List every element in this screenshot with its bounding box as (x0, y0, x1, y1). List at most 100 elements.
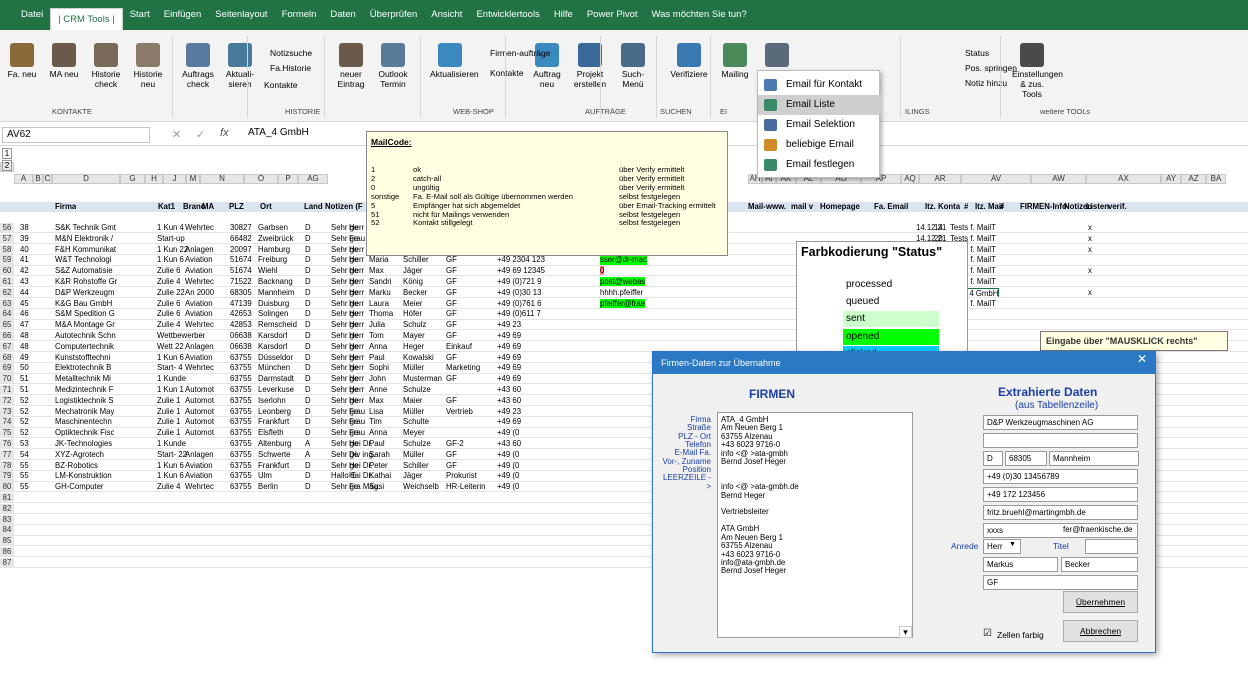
ribbon-button-10[interactable]: Projekt erstellen (570, 40, 610, 89)
column-header-AR[interactable]: AR (919, 174, 961, 184)
close-icon[interactable]: ✕ (1137, 352, 1147, 366)
dialog-field[interactable]: Becker (1061, 557, 1138, 572)
outline-level-1[interactable]: 1 (2, 148, 12, 159)
name-box[interactable]: AV62 (2, 127, 150, 143)
dialog-field[interactable]: 68305 (1005, 451, 1047, 466)
ribbon-small-2[interactable]: Kontakte (264, 80, 298, 90)
table-row[interactable]: 60 42 S&Z Automatisie Zulie 6 Aviation 51674 W… (0, 266, 1248, 277)
column-header-J[interactable]: J (163, 174, 186, 184)
ribbon-button-3[interactable]: Historie neu (128, 40, 168, 89)
ribbon-button-15[interactable]: Einstellungen & zus. Tools (1012, 40, 1063, 99)
menu-item-11[interactable]: Power Pivot (580, 0, 645, 30)
column-header-BA[interactable]: BA (1206, 174, 1226, 184)
dialog-field[interactable]: Mannheim (1049, 451, 1139, 466)
ribbon-button-11[interactable]: Such-Menü (613, 40, 653, 89)
row-number[interactable]: 87 (0, 557, 14, 568)
row-number[interactable]: 78 (0, 460, 14, 470)
column-header-AQ[interactable]: AQ (901, 174, 919, 184)
table-row[interactable]: 63 45 K&G Bau GmbH Zulie 6 Aviation 47139 Duis… (0, 298, 1248, 309)
row-number[interactable]: 61 (0, 277, 14, 287)
menu-item-1[interactable]: | CRM Tools | (50, 8, 123, 30)
dialog-field-empty[interactable] (983, 433, 1138, 448)
ribbon-button-0[interactable]: Fa. neu (2, 40, 42, 79)
column-header-O[interactable]: O (244, 174, 278, 184)
row-number[interactable]: 71 (0, 385, 14, 395)
dialog-field[interactable]: +49 (0)30 13456789 (983, 469, 1138, 484)
formula-input[interactable]: ATA_4 GmbH (248, 127, 309, 138)
row-number[interactable]: 68 (0, 352, 14, 362)
ribbon-small-5[interactable]: Status (965, 48, 989, 58)
ribbon-button-5[interactable]: Aktuali-sieren (220, 40, 260, 89)
row-number[interactable]: 81 (0, 493, 14, 503)
row-number[interactable]: 86 (0, 547, 14, 557)
row-number[interactable]: 59 (0, 255, 14, 265)
ribbon-button-1[interactable]: MA neu (44, 40, 84, 79)
column-header-AY[interactable]: AY (1161, 174, 1181, 184)
outline-level-2[interactable]: 2 (2, 160, 12, 171)
titel-field[interactable] (1085, 539, 1138, 554)
row-number[interactable]: 58 (0, 244, 14, 254)
check-icon[interactable]: ☑ (983, 628, 992, 639)
column-header-N[interactable]: N (200, 174, 244, 184)
column-header-AG[interactable]: AG (298, 174, 328, 184)
column-header-AZ[interactable]: AZ (1181, 174, 1206, 184)
context-menu-item-1[interactable]: Email Liste (758, 95, 881, 115)
menu-item-4[interactable]: Seitenlayout (208, 0, 274, 30)
menu-item-10[interactable]: Hilfe (547, 0, 580, 30)
row-number[interactable]: 60 (0, 266, 14, 276)
row-number[interactable]: 56 (0, 223, 14, 233)
column-header-D[interactable]: D (52, 174, 120, 184)
row-number[interactable]: 62 (0, 287, 14, 298)
context-menu-item-4[interactable]: Email festlegen (758, 155, 881, 175)
dialog-field[interactable]: GF (983, 575, 1138, 590)
column-header-C[interactable]: C (43, 174, 52, 184)
row-number[interactable]: 65 (0, 320, 14, 330)
ribbon-button-2[interactable]: Historie check (86, 40, 126, 89)
row-number[interactable]: 82 (0, 503, 14, 514)
table-row[interactable]: 61 43 K&R Rohstoffe Gr Zulie 4 Wehrtec 71522 B… (0, 277, 1248, 288)
menu-item-3[interactable]: Einfügen (157, 0, 209, 30)
row-number[interactable]: 64 (0, 309, 14, 319)
row-number[interactable]: 79 (0, 471, 14, 481)
ok-button[interactable]: Übernehmen (1063, 591, 1138, 613)
dialog-field[interactable]: D&P Werkzeugmaschinen AG (983, 415, 1138, 430)
table-row[interactable]: 59 41 W&T Technologi 1 Kun 6 Aviation 51674 Fr… (0, 255, 1248, 266)
dialog-field[interactable]: D (983, 451, 1003, 466)
row-number[interactable]: 57 (0, 233, 14, 244)
menu-item-5[interactable]: Formeln (275, 0, 324, 30)
ribbon-small-0[interactable]: Notizsuche (270, 48, 312, 58)
menu-item-8[interactable]: Ansicht (424, 0, 469, 30)
column-header-H[interactable]: H (145, 174, 163, 184)
dialog-textarea[interactable]: ATA_4 GmbH Am Neuen Berg 1 63755 Alzenau +4… (717, 412, 913, 638)
row-number[interactable]: 83 (0, 514, 14, 524)
row-number[interactable]: 72 (0, 395, 14, 406)
cancel-icon[interactable]: ✕ (172, 128, 181, 141)
row-number[interactable]: 75 (0, 428, 14, 438)
row-number[interactable]: 84 (0, 525, 14, 535)
column-header-P[interactable]: P (278, 174, 298, 184)
menu-item-0[interactable]: Datei (14, 0, 50, 30)
ribbon-small-6[interactable]: Pos. springen (965, 63, 1017, 73)
column-header-G[interactable]: G (120, 174, 145, 184)
context-menu-item-3[interactable]: beliebige Email (758, 135, 881, 155)
row-number[interactable]: 74 (0, 417, 14, 427)
row-number[interactable]: 85 (0, 536, 14, 546)
dialog-field[interactable]: Markus (983, 557, 1058, 572)
column-header-AX[interactable]: AX (1086, 174, 1161, 184)
context-menu-item-0[interactable]: Email für Kontakt (758, 75, 881, 95)
cancel-button[interactable]: Abbrechen (1063, 620, 1138, 642)
ribbon-button-8[interactable]: Aktualisieren (430, 40, 479, 79)
row-number[interactable]: 73 (0, 406, 14, 416)
column-header-A[interactable]: A (14, 174, 33, 184)
column-header-B[interactable]: B (33, 174, 43, 184)
confirm-icon[interactable]: ✓ (196, 128, 205, 141)
ribbon-small-3[interactable]: Firmen-aufträge (490, 48, 550, 58)
menu-item-12[interactable]: Was möchten Sie tun? (645, 0, 754, 30)
row-number[interactable]: 67 (0, 341, 14, 352)
row-number[interactable]: 76 (0, 439, 14, 449)
menu-item-6[interactable]: Daten (323, 0, 362, 30)
menu-item-2[interactable]: Start (123, 0, 157, 30)
dialog-field[interactable]: fritz.bruehl@martingmbh.de (983, 505, 1138, 520)
dropdown-icon[interactable]: ▼ (1009, 541, 1016, 548)
menu-item-7[interactable]: Überprüfen (363, 0, 425, 30)
